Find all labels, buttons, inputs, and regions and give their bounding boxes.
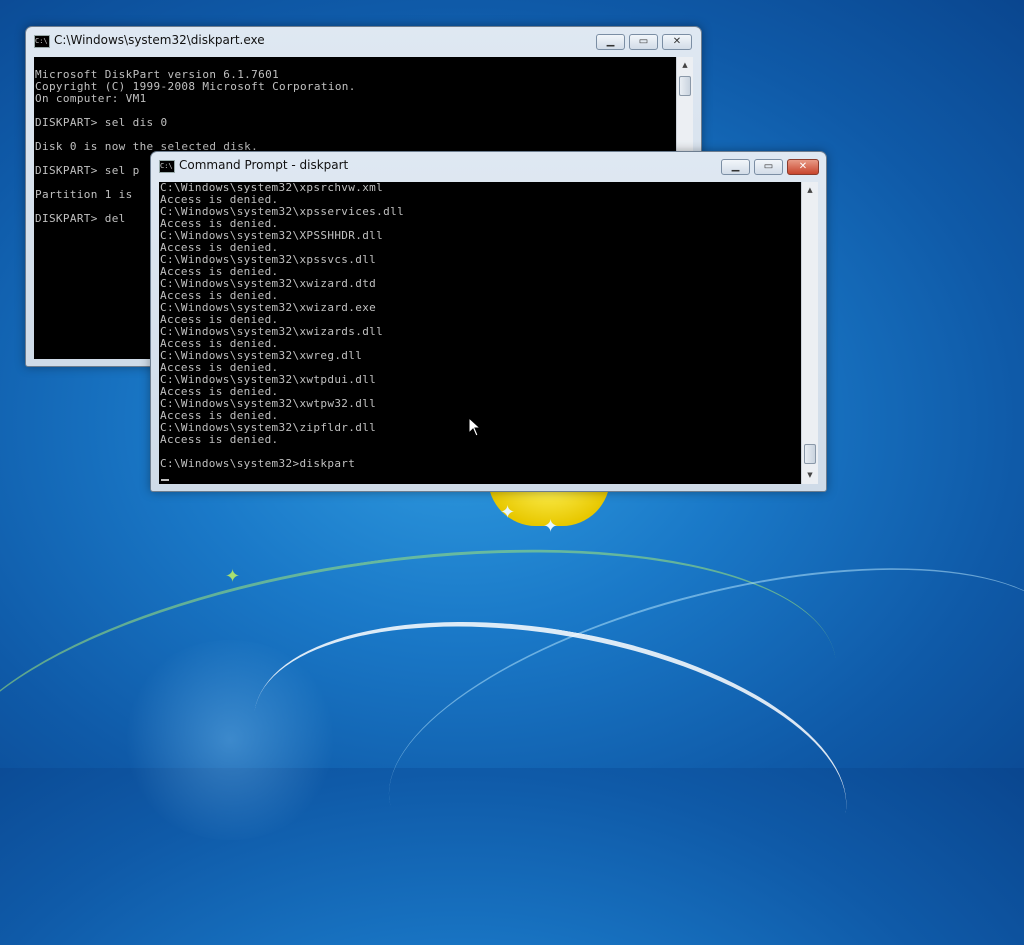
- minimize-button[interactable]: ▁: [721, 159, 750, 175]
- console-line: C:\Windows\system32>diskpart: [160, 457, 356, 470]
- sparkle-icon: ✦: [225, 566, 241, 587]
- sparkle-icon: ✦: [543, 516, 559, 537]
- scroll-thumb[interactable]: [804, 444, 816, 464]
- command-prompt-window[interactable]: C:\ Command Prompt - diskpart ▁ ▭ ✕ C:\W…: [150, 151, 827, 492]
- close-button[interactable]: ✕: [662, 34, 692, 50]
- diskpart-window-title: C:\Windows\system32\diskpart.exe: [54, 33, 265, 47]
- mouse-pointer-icon: [468, 417, 482, 437]
- scroll-thumb[interactable]: [679, 76, 691, 96]
- scroll-up-arrow-icon[interactable]: ▲: [678, 58, 692, 72]
- sparkle-icon: ✦: [500, 502, 516, 523]
- cmd-icon: C:\: [159, 160, 175, 173]
- minimize-button[interactable]: ▁: [596, 34, 625, 50]
- command-prompt-title: Command Prompt - diskpart: [179, 158, 349, 172]
- diskpart-titlebar[interactable]: C:\ C:\Windows\system32\diskpart.exe ▁ ▭…: [26, 27, 701, 55]
- maximize-button[interactable]: ▭: [629, 34, 658, 50]
- text-cursor: [161, 479, 169, 481]
- command-prompt-console[interactable]: C:\Windows\system32\xpsrchvw.xml Access i…: [159, 182, 801, 484]
- maximize-button[interactable]: ▭: [754, 159, 783, 175]
- cmd-icon: C:\: [34, 35, 50, 48]
- command-prompt-titlebar[interactable]: C:\ Command Prompt - diskpart ▁ ▭ ✕: [151, 152, 826, 180]
- scroll-down-arrow-icon[interactable]: ▼: [803, 468, 817, 482]
- console-line: DISKPART> sel dis 0: [35, 116, 168, 129]
- close-button[interactable]: ✕: [787, 159, 819, 175]
- console-line: On computer: VM1: [35, 92, 147, 105]
- scroll-up-arrow-icon[interactable]: ▲: [803, 183, 817, 197]
- command-prompt-scrollbar[interactable]: ▲ ▼: [801, 182, 818, 484]
